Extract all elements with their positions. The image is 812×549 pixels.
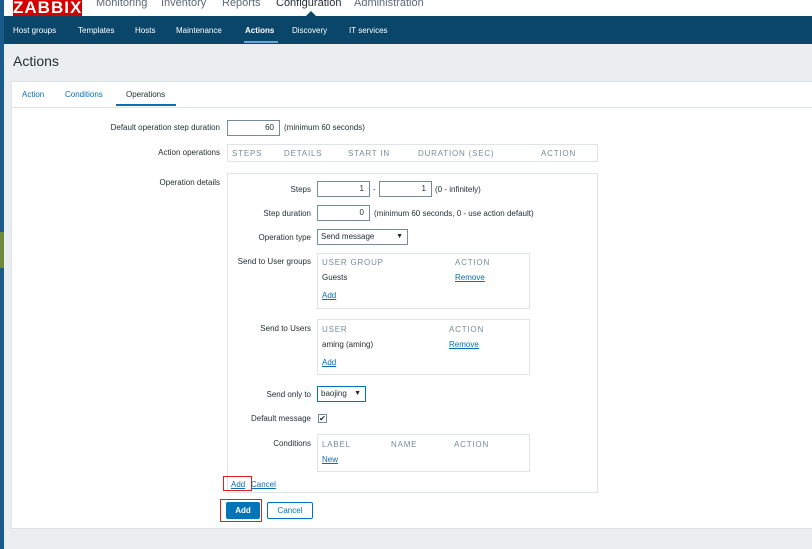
sub-navigation: Host groups Templates Hosts Maintenance … bbox=[4, 16, 812, 44]
steps-dash: - bbox=[373, 185, 376, 194]
submenu-actions[interactable]: Actions bbox=[245, 26, 274, 35]
step-duration-detail-label: Step duration bbox=[263, 209, 311, 218]
col-condition-action: ACTION bbox=[454, 440, 490, 449]
cancel-button[interactable]: Cancel bbox=[267, 502, 313, 519]
col-user: USER bbox=[322, 325, 348, 334]
dropdown-arrow-icon: ▼ bbox=[396, 233, 403, 240]
col-user-group: USER GROUP bbox=[322, 258, 384, 267]
col-label: LABEL bbox=[322, 440, 351, 449]
col-details: DETAILS bbox=[284, 149, 323, 158]
col-user-group-action: ACTION bbox=[455, 258, 491, 267]
dropdown-arrow-icon: ▼ bbox=[354, 390, 361, 397]
left-edge-bar bbox=[0, 0, 4, 549]
active-tab-underline bbox=[116, 104, 176, 106]
default-step-duration-input[interactable]: 60 bbox=[227, 120, 280, 136]
tab-divider bbox=[11, 107, 812, 108]
action-operations-label: Action operations bbox=[158, 148, 220, 157]
highlight-box-add-link bbox=[223, 476, 252, 491]
add-user-group-link[interactable]: Add bbox=[322, 291, 336, 300]
submenu-it-services[interactable]: IT services bbox=[349, 26, 388, 35]
menu-inventory[interactable]: Inventory bbox=[161, 0, 206, 9]
zabbix-logo[interactable]: ZABBIX bbox=[13, 0, 82, 17]
user-group-name: Guests bbox=[322, 273, 348, 282]
col-duration: DURATION (SEC) bbox=[418, 149, 495, 158]
remove-user-group-link[interactable]: Remove bbox=[455, 273, 485, 282]
left-edge-marker bbox=[0, 232, 4, 268]
submenu-maintenance[interactable]: Maintenance bbox=[176, 26, 222, 35]
default-message-label: Default message bbox=[250, 414, 311, 423]
operation-type-label: Operation type bbox=[258, 233, 311, 242]
menu-monitoring[interactable]: Monitoring bbox=[96, 0, 147, 9]
remove-user-link[interactable]: Remove bbox=[449, 340, 479, 349]
col-steps: STEPS bbox=[232, 149, 263, 158]
send-only-to-value: baojing bbox=[321, 389, 347, 398]
page-footer bbox=[4, 529, 812, 549]
new-condition-link[interactable]: New bbox=[322, 455, 338, 464]
menu-configuration[interactable]: Configuration bbox=[276, 0, 341, 9]
steps-to-input[interactable]: 1 bbox=[379, 181, 432, 197]
menu-administration[interactable]: Administration bbox=[354, 0, 424, 9]
user-groups-label: Send to User groups bbox=[237, 257, 311, 266]
step-duration-hint: (minimum 60 seconds) bbox=[284, 123, 365, 132]
send-only-to-select[interactable]: baojing ▼ bbox=[317, 386, 366, 402]
menu-reports[interactable]: Reports bbox=[222, 0, 261, 9]
conditions-label: Conditions bbox=[273, 439, 311, 448]
operation-details-label: Operation details bbox=[159, 178, 220, 187]
step-duration-detail-hint: (minimum 60 seconds, 0 - use action defa… bbox=[374, 209, 534, 218]
submenu-templates[interactable]: Templates bbox=[78, 26, 114, 35]
col-user-action: ACTION bbox=[449, 325, 485, 334]
col-action: ACTION bbox=[541, 149, 577, 158]
users-label: Send to Users bbox=[260, 324, 311, 333]
operation-type-select[interactable]: Send message ▼ bbox=[317, 229, 408, 245]
tab-action[interactable]: Action bbox=[22, 90, 44, 99]
page-title: Actions bbox=[13, 53, 59, 69]
step-duration-label: Default operation step duration bbox=[110, 123, 220, 132]
tab-operations[interactable]: Operations bbox=[126, 90, 165, 99]
col-start-in: START IN bbox=[348, 149, 390, 158]
top-navigation: ZABBIX Monitoring Inventory Reports Conf… bbox=[4, 0, 812, 17]
submenu-host-groups[interactable]: Host groups bbox=[13, 26, 56, 35]
add-user-link[interactable]: Add bbox=[322, 358, 336, 367]
step-duration-input[interactable]: 0 bbox=[317, 205, 370, 221]
steps-hint: (0 - infinitely) bbox=[435, 185, 481, 194]
steps-label: Steps bbox=[290, 185, 311, 194]
col-name: NAME bbox=[391, 440, 418, 449]
highlight-box-add-button bbox=[220, 499, 262, 522]
send-only-to-label: Send only to bbox=[266, 390, 311, 399]
operation-type-value: Send message bbox=[321, 232, 375, 241]
active-submenu-underline bbox=[244, 41, 278, 43]
default-message-checkbox[interactable]: ✔ bbox=[318, 414, 327, 423]
user-name: aming (aming) bbox=[322, 340, 374, 349]
cancel-operation-link[interactable]: Cancel bbox=[251, 480, 276, 489]
steps-from-input[interactable]: 1 bbox=[317, 181, 370, 197]
submenu-discovery[interactable]: Discovery bbox=[292, 26, 327, 35]
submenu-hosts[interactable]: Hosts bbox=[135, 26, 155, 35]
tab-conditions[interactable]: Conditions bbox=[65, 90, 103, 99]
